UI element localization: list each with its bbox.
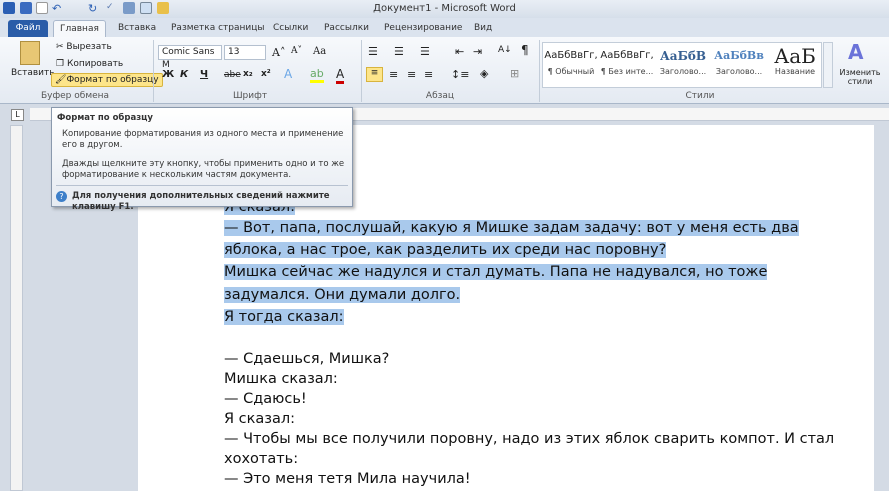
divider xyxy=(56,185,348,186)
styles-gallery: АаБбВвГг, ¶ Обычный АаБбВвГг, ¶ Без инте..… xyxy=(542,42,822,88)
divider xyxy=(153,40,154,102)
sort-button[interactable]: A↓ xyxy=(498,45,512,55)
font-color-icon[interactable]: A xyxy=(336,67,345,84)
scissors-icon: ✂ xyxy=(56,42,67,52)
document-line[interactable]: Я сказал: xyxy=(224,409,295,430)
cut-button[interactable]: ✂ Вырезать xyxy=(56,42,112,52)
text: — Чтобы мы все получили поровну, надо из… xyxy=(224,431,835,447)
title-bar: ↶ ↻ ✓ Документ1 - Microsoft Word xyxy=(0,0,889,18)
tab-selector-button[interactable]: L xyxy=(11,109,24,121)
vertical-ruler[interactable] xyxy=(10,125,23,491)
tab-page-layout[interactable]: Разметка страницы xyxy=(165,20,271,38)
styles-group-label: Стили xyxy=(685,91,715,101)
multilevel-list-icon[interactable]: ☰ xyxy=(420,45,430,58)
paste-button[interactable]: Вставить xyxy=(11,68,55,78)
bullets-icon[interactable]: ☰ xyxy=(368,45,378,58)
tooltip-hint: Дважды щелкните эту кнопку, чтобы примен… xyxy=(62,159,345,180)
font-name-select[interactable]: Comic Sans M xyxy=(158,45,222,70)
show-marks-button[interactable]: ¶ xyxy=(521,43,529,57)
change-styles-button[interactable]: Изменить стили xyxy=(838,68,882,86)
selected-text: Мишка сейчас же надулся и стал думать. П… xyxy=(224,264,768,280)
styles-scrollbar[interactable] xyxy=(823,42,833,88)
change-case-button[interactable]: Aa xyxy=(313,46,326,57)
selected-text: яблока, а нас трое, как разделить их сре… xyxy=(224,242,667,258)
divider xyxy=(539,40,540,102)
text: хохотать: xyxy=(224,451,299,467)
help-icon: ? xyxy=(56,191,67,202)
change-styles-icon: A xyxy=(848,40,864,64)
format-painter-tooltip: Формат по образцу Копирование форматиров… xyxy=(51,107,353,212)
tooltip-title: Формат по образцу xyxy=(57,113,153,123)
highlight-icon[interactable]: ab xyxy=(310,67,324,83)
align-right-button[interactable]: ≡ xyxy=(407,68,416,81)
document-line[interactable]: яблока, а нас трое, как разделить их сре… xyxy=(224,240,667,261)
shading-icon[interactable]: ◈ xyxy=(480,67,488,80)
selected-text: задумался. Они думали долго. xyxy=(224,287,461,303)
document-line[interactable]: хохотать: xyxy=(224,449,298,470)
document-line[interactable]: — Сдаешься, Мишка? xyxy=(224,349,389,370)
tab-file[interactable]: Файл xyxy=(8,20,48,38)
italic-button[interactable]: К xyxy=(180,69,188,80)
strikethrough-button[interactable]: abe xyxy=(224,70,241,80)
grow-font-button[interactable]: A˄ xyxy=(272,46,285,59)
style-no-spacing[interactable]: АаБбВвГг, ¶ Без инте... xyxy=(599,45,655,76)
document-line[interactable]: задумался. Они думали долго. xyxy=(224,285,461,306)
paragraph-group-label: Абзац xyxy=(425,91,455,101)
subscript-button[interactable]: x₂ xyxy=(243,69,253,79)
ribbon: Вставить ✂ Вырезать ❐ Копировать 🖌Формат… xyxy=(0,37,889,104)
document-line[interactable]: — Чтобы мы все получили поровну, надо из… xyxy=(224,429,834,450)
copy-button[interactable]: ❐ Копировать xyxy=(56,59,123,69)
justify-button[interactable]: ≡ xyxy=(424,68,433,81)
brush-icon: 🖌 xyxy=(55,75,67,85)
document-line[interactable]: Мишка сказал: xyxy=(224,369,338,390)
superscript-button[interactable]: x² xyxy=(261,69,271,79)
document-line[interactable]: — Сдаюсь! xyxy=(224,389,307,410)
style-title[interactable]: АаБ Название xyxy=(767,45,823,76)
selected-text: — Вот, папа, послушай, какую я Мишке зад… xyxy=(224,220,799,236)
tab-review[interactable]: Рецензирование xyxy=(378,20,468,38)
text: Мишка сказал: xyxy=(224,371,338,387)
text: — Это меня тетя Мила научила! xyxy=(224,471,471,487)
text: Я сказал: xyxy=(224,411,296,427)
increase-indent-icon[interactable]: ⇥ xyxy=(473,45,482,58)
document-line[interactable]: Мишка сейчас же надулся и стал думать. П… xyxy=(224,262,768,283)
tooltip-description: Копирование форматирования из одного мес… xyxy=(62,129,344,150)
tab-home[interactable]: Главная xyxy=(53,20,106,38)
text-effects-icon[interactable]: A xyxy=(284,67,292,81)
font-group-label: Шрифт xyxy=(232,91,268,101)
document-line[interactable]: Я тогда сказал: xyxy=(224,307,344,328)
divider xyxy=(361,40,362,102)
align-center-button[interactable]: ≡ xyxy=(389,68,398,81)
shrink-font-button[interactable]: A˅ xyxy=(291,46,302,56)
selected-text: Я тогда сказал: xyxy=(224,309,344,325)
line-spacing-icon[interactable]: ↕≡ xyxy=(451,68,469,81)
bold-button[interactable]: Ж xyxy=(162,69,174,80)
style-normal[interactable]: АаБбВвГг, ¶ Обычный xyxy=(543,45,599,76)
underline-button[interactable]: Ч xyxy=(200,69,208,80)
decrease-indent-icon[interactable]: ⇤ xyxy=(455,45,464,58)
clipboard-group-label: Буфер обмена xyxy=(40,91,110,101)
document-line[interactable]: — Вот, папа, послушай, какую я Мишке зад… xyxy=(224,218,799,239)
text: — Сдаешься, Мишка? xyxy=(224,351,390,367)
font-size-select[interactable]: 13 xyxy=(224,45,266,60)
style-heading-1[interactable]: АаБбВ Заголово... xyxy=(655,45,711,76)
ribbon-tabs: Файл Главная Вставка Разметка страницы С… xyxy=(0,18,889,38)
text: — Сдаюсь! xyxy=(224,391,307,407)
numbering-icon[interactable]: ☰ xyxy=(394,45,404,58)
paste-icon[interactable] xyxy=(20,41,40,65)
tab-references[interactable]: Ссылки xyxy=(267,20,314,38)
format-painter-button[interactable]: 🖌Формат по образцу xyxy=(51,73,163,87)
borders-icon[interactable]: ⊞ xyxy=(510,67,519,80)
tooltip-help-text: Для получения дополнительных сведений на… xyxy=(72,191,330,212)
window-title: Документ1 - Microsoft Word xyxy=(373,3,516,14)
tab-insert[interactable]: Вставка xyxy=(112,20,162,38)
tab-view[interactable]: Вид xyxy=(468,20,498,38)
tab-mailings[interactable]: Рассылки xyxy=(318,20,375,38)
style-heading-2[interactable]: АаБбВв Заголово... xyxy=(711,45,767,76)
document-line[interactable]: — Это меня тетя Мила научила! xyxy=(224,469,471,490)
copy-icon: ❐ xyxy=(56,59,67,69)
align-left-button[interactable]: ≡ xyxy=(366,67,383,82)
